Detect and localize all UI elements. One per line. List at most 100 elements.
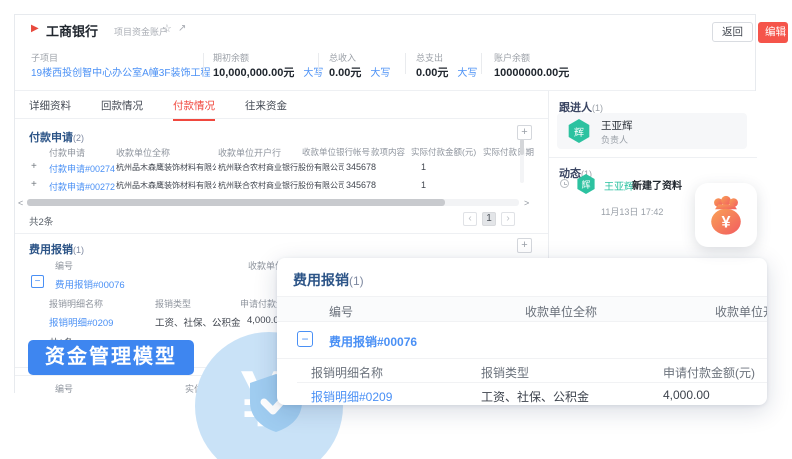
overlay-table-header: 编号 收款单位全称 收款单位开户行 xyxy=(277,296,767,322)
col-header: 编号 xyxy=(55,382,73,393)
income-value: 0.00元大写 xyxy=(329,64,390,80)
col-header: 编号 xyxy=(55,259,73,272)
expend-amount: 0.00元 xyxy=(416,67,448,79)
activity-time: 11月13日 17:42 xyxy=(601,205,663,218)
payment-row-link[interactable]: 付款申请#00272 xyxy=(49,180,115,193)
payment-row-account: 345678 xyxy=(346,162,376,172)
opening-balance-value: 10,000,000.00元大写 xyxy=(213,64,323,80)
v-scroll-thumb[interactable] xyxy=(520,139,524,155)
tab-payment[interactable]: 付款情况 xyxy=(173,98,215,121)
subproject-link[interactable]: 19楼西投创智中心办公室A幢3F装饰工程 xyxy=(31,64,210,79)
page-next-button[interactable]: › xyxy=(501,212,515,226)
payment-row-account: 345678 xyxy=(346,180,376,190)
overlay-count: (1) xyxy=(349,274,364,288)
follower-role: 负责人 xyxy=(601,133,628,146)
tab-funds[interactable]: 往来资金 xyxy=(245,98,287,121)
summary-label-subproject: 子项目 xyxy=(31,51,58,64)
expand-row-icon[interactable]: + xyxy=(31,161,37,172)
activity-user: 王亚辉 xyxy=(604,178,634,193)
col-header: 收款单位开户行 xyxy=(715,303,767,320)
income-cap-link[interactable]: 大写 xyxy=(370,68,390,79)
activity-action: 新建了资料 xyxy=(632,177,682,192)
model-badge: 资金管理模型 xyxy=(28,340,194,375)
h-scrollbar[interactable] xyxy=(27,199,519,206)
divider xyxy=(318,53,319,74)
divider xyxy=(277,358,767,359)
col-header: 实际付款日期 xyxy=(483,146,534,158)
expend-cap-link[interactable]: 大写 xyxy=(457,68,477,79)
overlay-detail-amount: 4,000.00 xyxy=(663,388,710,402)
divider xyxy=(203,53,204,74)
h-scroll-thumb[interactable] xyxy=(27,199,445,206)
payment-section-title: 付款申请(2) xyxy=(29,129,84,145)
add-payment-button[interactable]: + xyxy=(517,125,532,140)
summary-label-balance: 账户余额 xyxy=(494,51,530,64)
scroll-left-arrow[interactable]: < xyxy=(18,198,23,208)
payment-row-link[interactable]: 付款申请#00274 xyxy=(49,162,115,175)
back-button[interactable]: 返回 xyxy=(712,22,753,42)
income-amount: 0.00元 xyxy=(329,67,361,79)
col-header: 收款单位全称 xyxy=(116,146,170,159)
overlay-title: 费用报销(1) xyxy=(293,270,364,290)
expense-detail-overlay: 费用报销(1) 编号 收款单位全称 收款单位开户行 − 费用报销#00076 报… xyxy=(277,258,767,405)
overlay-detail-link[interactable]: 报销明细#0209 xyxy=(311,388,392,405)
sub-col-header: 申请付款金额(元) xyxy=(663,364,755,381)
expense-title-text: 费用报销 xyxy=(29,244,73,256)
tab-repayment[interactable]: 回款情况 xyxy=(101,98,143,121)
follower-card[interactable]: 辉 王亚辉 负责人 xyxy=(557,113,747,149)
follower-name: 王亚辉 xyxy=(601,118,633,133)
page-prev-button[interactable]: ‹ xyxy=(463,212,477,226)
tab-bar: 详细资料 回款情况 付款情况 往来资金 xyxy=(15,91,549,119)
tab-details[interactable]: 详细资料 xyxy=(29,98,71,121)
page-number[interactable]: 1 xyxy=(482,212,496,226)
col-header: 收款单位开户行 xyxy=(218,146,281,159)
overlay-detail-type: 工资、社保、公积金 xyxy=(481,388,589,405)
opening-cap-link[interactable]: 大写 xyxy=(303,68,323,79)
payment-title-text: 付款申请 xyxy=(29,132,73,144)
v-scrollbar[interactable] xyxy=(520,139,524,183)
money-bag-widget[interactable]: ¥ xyxy=(695,183,757,247)
collapse-row-icon[interactable]: − xyxy=(31,275,44,288)
expend-value: 0.00元大写 xyxy=(416,64,477,80)
account-balance-value: 10000000.00元 xyxy=(494,64,569,80)
sub-col-header: 报销明细名称 xyxy=(49,297,103,310)
payment-row-payee: 杭州品木森鹰装饰材料有限公司 xyxy=(116,180,216,191)
summary-label-expend: 总支出 xyxy=(416,51,443,64)
followers-count: (1) xyxy=(592,103,603,113)
payment-row-bank: 杭州联合农村商业银行股份有限公司半山支行 xyxy=(218,180,344,191)
opening-balance-amount: 10,000,000.00元 xyxy=(213,67,294,79)
col-header: 编号 xyxy=(329,303,353,320)
collapse-row-icon[interactable]: − xyxy=(297,331,313,347)
expense-row-link[interactable]: 费用报销#00076 xyxy=(55,277,125,291)
overlay-expense-link[interactable]: 费用报销#00076 xyxy=(329,333,417,350)
col-header: 收款单位全称 xyxy=(525,303,597,320)
scroll-right-arrow[interactable]: > xyxy=(524,198,529,208)
col-header: 收款单位银行帐号 xyxy=(302,146,370,158)
payment-row-payee: 杭州品木森鹰装饰材料有限公司 xyxy=(116,162,216,173)
overlay-title-text: 费用报销 xyxy=(293,272,349,288)
clock-icon xyxy=(560,179,569,188)
star-icon[interactable]: ☆ xyxy=(162,22,172,35)
avatar: 辉 xyxy=(567,119,591,143)
col-header: 款项内容 xyxy=(371,146,405,158)
page: ▶ 工商银行 项目资金账户 ☆ ↗ 返回 编辑 子项目 19楼西投创智中心办公室… xyxy=(0,0,792,459)
payment-count: (2) xyxy=(73,133,84,143)
add-expense-button[interactable]: + xyxy=(517,238,532,253)
expense-detail-link[interactable]: 报销明细#0209 xyxy=(49,315,113,329)
divider xyxy=(405,53,406,74)
summary-label-opening: 期初余额 xyxy=(213,51,249,64)
sub-col-header: 报销类型 xyxy=(155,297,191,310)
payment-row-content: 1 xyxy=(421,180,426,190)
divider xyxy=(15,233,549,234)
money-bag-icon: ¥ xyxy=(705,194,747,236)
expand-row-icon[interactable]: + xyxy=(31,179,37,190)
divider xyxy=(481,53,482,74)
edit-button[interactable]: 编辑 xyxy=(758,22,788,43)
expand-icon[interactable]: ↗ xyxy=(178,23,186,34)
payment-row-bank: 杭州联合农村商业银行股份有限公司半山支行 xyxy=(218,162,344,173)
payment-row-content: 1 xyxy=(421,162,426,172)
col-header: 实际付款金额(元) xyxy=(411,146,476,158)
col-header: 付款申请 xyxy=(49,146,85,159)
expense-count: (1) xyxy=(73,245,84,255)
sub-col-header: 报销类型 xyxy=(481,364,529,381)
